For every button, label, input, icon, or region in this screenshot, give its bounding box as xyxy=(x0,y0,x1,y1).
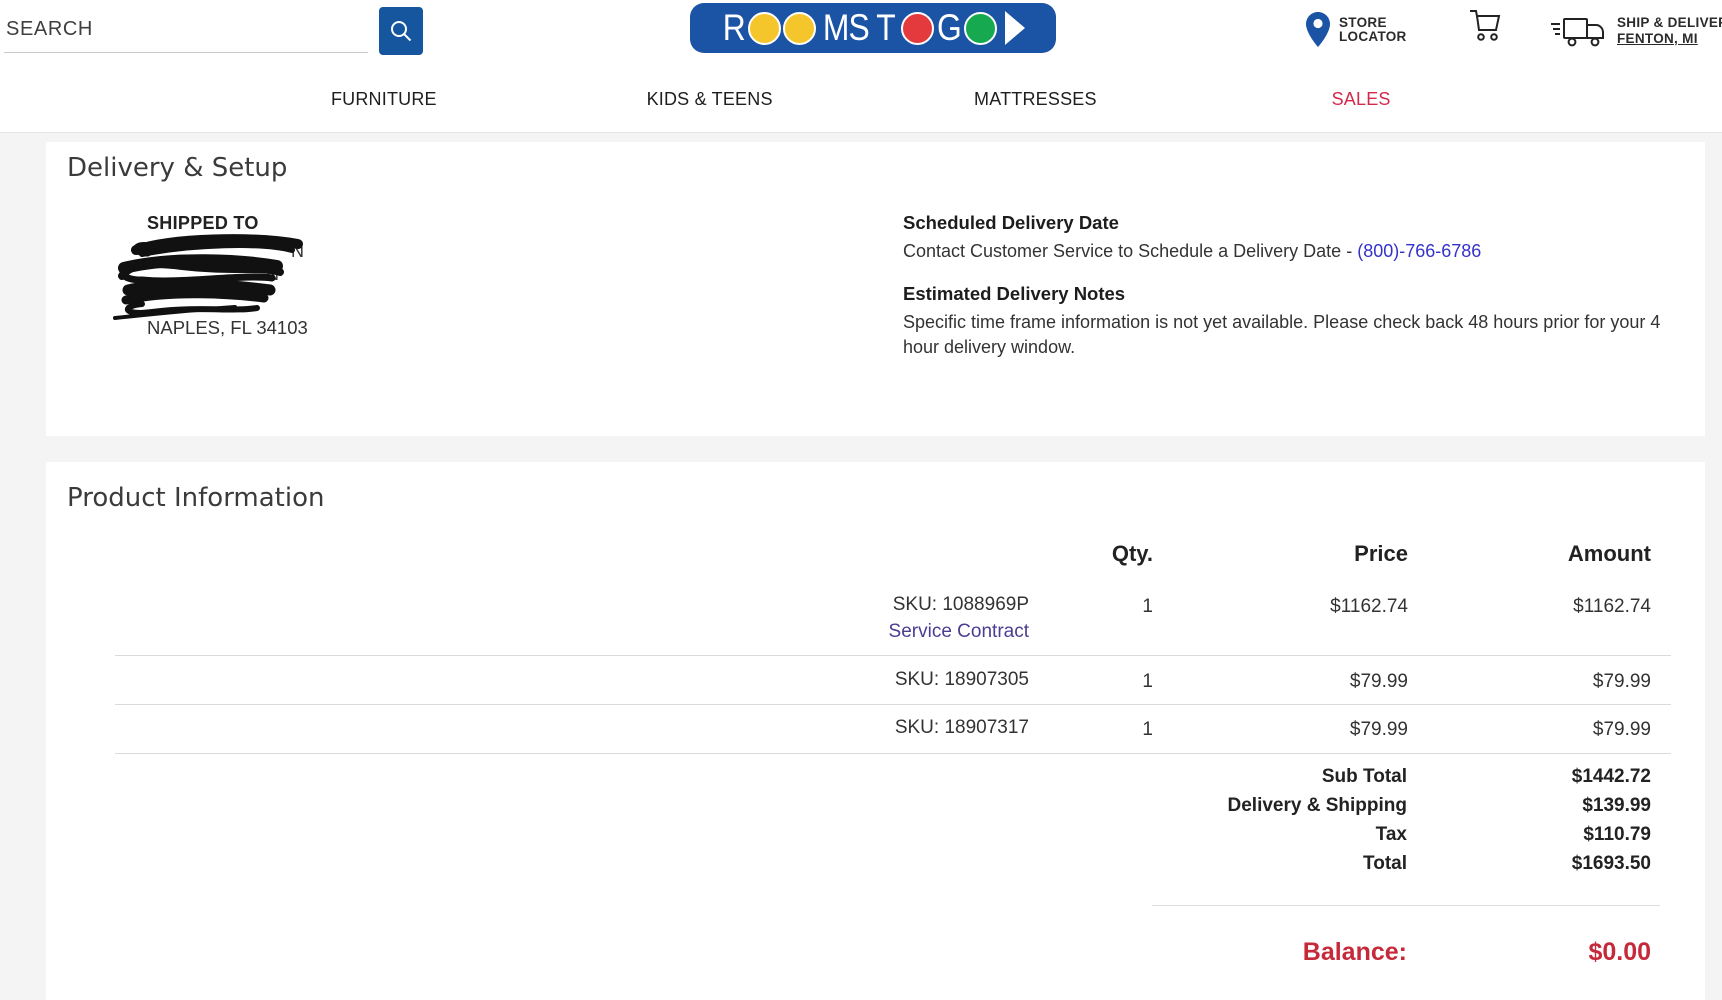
nav-item-furniture[interactable]: FURNITURE xyxy=(221,68,547,131)
subtotal-value: $1442.72 xyxy=(1572,766,1651,788)
store-locator-label-line1: STORE xyxy=(1339,16,1407,30)
truck-icon xyxy=(1550,36,1608,53)
product-information-title: Product Information xyxy=(67,483,325,513)
row-qty: 1 xyxy=(1142,671,1153,693)
nav-item-kids-teens[interactable]: KIDS & TEENS xyxy=(547,68,873,131)
logo-green-circle-icon xyxy=(964,12,997,45)
subtotal-label: Sub Total xyxy=(1322,766,1407,788)
logo-yellow-circle-icon xyxy=(783,12,816,45)
scheduled-delivery-date-title: Scheduled Delivery Date xyxy=(903,212,1119,234)
column-header-qty: Qty. xyxy=(1112,541,1153,567)
order-details-page: R MS T G STORE LOCATOR xyxy=(0,0,1722,1000)
service-contract-link[interactable]: Service Contract xyxy=(889,621,1029,643)
cart-button[interactable] xyxy=(1466,8,1504,51)
rooms-to-go-logo[interactable]: R MS T G xyxy=(690,3,1056,53)
scheduled-delivery-text: Contact Customer Service to Schedule a D… xyxy=(903,241,1357,261)
row-divider xyxy=(115,753,1671,754)
logo-letter-g: G xyxy=(937,3,961,53)
search-input[interactable] xyxy=(4,6,368,53)
total-label: Total xyxy=(1363,853,1407,875)
row-divider xyxy=(115,655,1671,656)
balance-value: $0.00 xyxy=(1588,938,1651,967)
ship-deliver-selector[interactable]: SHIP & DELIVER TO FENTON, MI xyxy=(1617,16,1722,46)
ship-deliver-truck xyxy=(1550,17,1608,54)
column-header-amount: Amount xyxy=(1568,541,1651,567)
tax-label: Tax xyxy=(1376,824,1407,846)
row-price: $79.99 xyxy=(1350,719,1408,741)
delivery-setup-title: Delivery & Setup xyxy=(67,153,287,183)
ship-deliver-label: SHIP & DELIVER TO xyxy=(1617,16,1722,30)
row-divider xyxy=(115,704,1671,705)
product-information-card xyxy=(46,462,1705,1000)
estimated-delivery-notes-title: Estimated Delivery Notes xyxy=(903,283,1125,305)
delivery-shipping-label: Delivery & Shipping xyxy=(1228,795,1407,817)
search-button[interactable] xyxy=(379,7,423,55)
delivery-shipping-value: $139.99 xyxy=(1582,795,1651,817)
shipped-to-city-line: NAPLES, FL 34103 xyxy=(147,317,308,339)
nav-item-sales[interactable]: SALES xyxy=(1198,68,1524,131)
row-sku: SKU: 1088969P xyxy=(893,594,1029,616)
estimated-delivery-notes-text: Specific time frame information is not y… xyxy=(903,310,1693,360)
search-icon xyxy=(388,18,414,44)
logo-red-circle-icon xyxy=(901,12,934,45)
marker-scribble-redaction-icon xyxy=(112,232,312,328)
logo-yellow-circle-icon xyxy=(748,12,781,45)
tax-value: $110.79 xyxy=(1583,824,1651,846)
row-price: $79.99 xyxy=(1350,671,1408,693)
column-header-price: Price xyxy=(1354,541,1408,567)
store-locator-label-line2: LOCATOR xyxy=(1339,30,1407,44)
cart-icon xyxy=(1466,33,1504,50)
logo-letters-ms-t: MS T xyxy=(822,3,894,53)
row-amount: $1162.74 xyxy=(1573,596,1651,618)
totals-divider xyxy=(1152,905,1660,906)
store-locator-button[interactable]: STORE LOCATOR xyxy=(1305,10,1407,54)
ship-deliver-location-link[interactable]: FENTON, MI xyxy=(1617,32,1722,46)
nav-item-mattresses[interactable]: MATTRESSES xyxy=(873,68,1199,131)
location-pin-icon xyxy=(1305,11,1331,54)
row-amount: $79.99 xyxy=(1593,719,1651,741)
row-qty: 1 xyxy=(1142,596,1153,618)
logo-arrow-icon xyxy=(1005,11,1025,45)
top-bar: R MS T G STORE LOCATOR xyxy=(0,0,1722,69)
row-sku: SKU: 18907317 xyxy=(895,717,1029,739)
customer-service-phone-link[interactable]: (800)-766-6786 xyxy=(1357,241,1481,261)
main-nav-items: FURNITURE KIDS & TEENS MATTRESSES SALES xyxy=(221,68,1524,131)
row-qty: 1 xyxy=(1142,719,1153,741)
total-value: $1693.50 xyxy=(1572,853,1651,875)
row-amount: $79.99 xyxy=(1593,671,1651,693)
balance-label: Balance: xyxy=(1303,938,1407,967)
shipped-to-label: SHIPPED TO xyxy=(147,213,259,234)
logo-letter-r: R xyxy=(723,3,745,53)
row-sku: SKU: 18907305 xyxy=(895,669,1029,691)
row-price: $1162.74 xyxy=(1330,596,1408,618)
